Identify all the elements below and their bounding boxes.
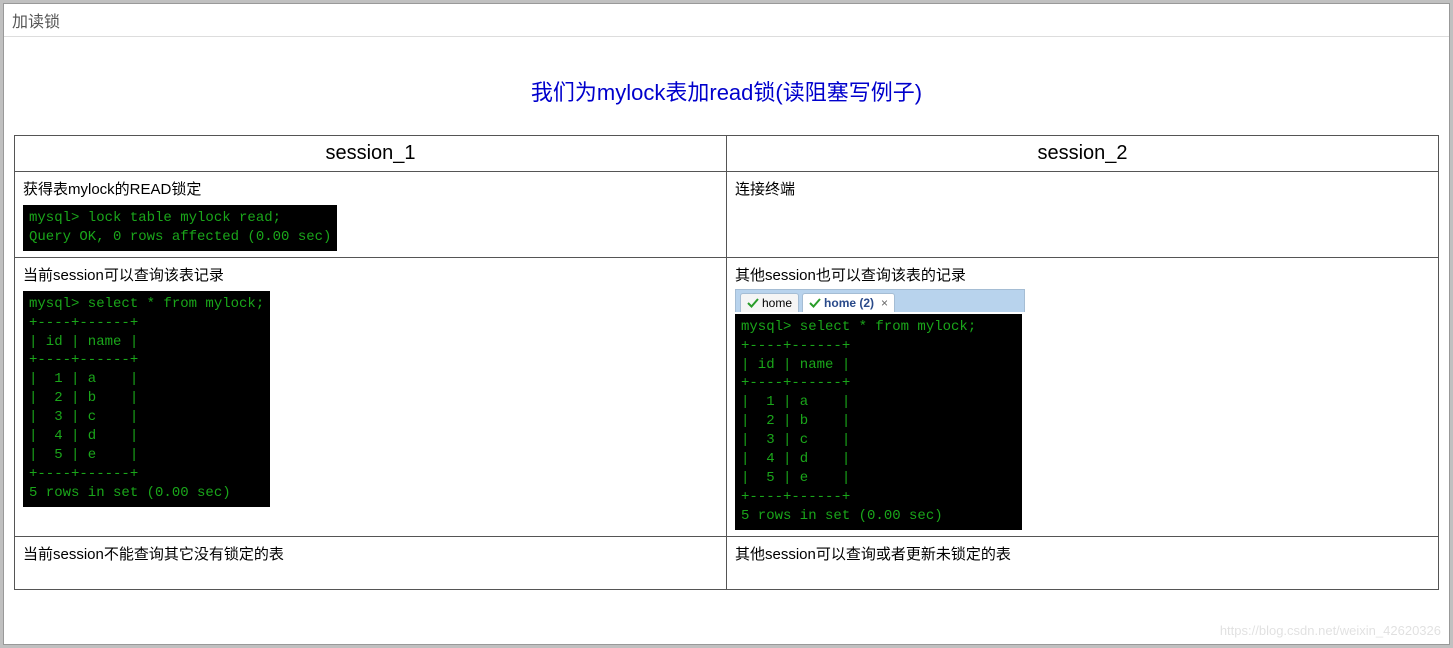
table-row: 当前session不能查询其它没有锁定的表 其他session可以查询或者更新未… <box>15 536 1439 589</box>
check-icon <box>747 297 759 309</box>
table-row: 当前session可以查询该表记录 mysql> select * from m… <box>15 257 1439 536</box>
tab-label: home (2) <box>824 296 874 310</box>
cell-description: 当前session不能查询其它没有锁定的表 <box>23 543 718 564</box>
table-row: 获得表mylock的READ锁定 mysql> lock table myloc… <box>15 172 1439 258</box>
tab-label: home <box>762 296 792 310</box>
close-icon[interactable]: × <box>881 296 888 310</box>
cell-description: 连接终端 <box>735 178 1430 199</box>
cell-description: 其他session也可以查询该表的记录 <box>735 264 1430 285</box>
comparison-table: session_1 session_2 获得表mylock的READ锁定 mys… <box>14 135 1439 590</box>
page-title: 我们为mylock表加read锁(读阻塞写例子) <box>14 75 1439 107</box>
column-header-session2: session_2 <box>727 136 1439 172</box>
watermark: https://blog.csdn.net/weixin_42620326 <box>1220 623 1441 638</box>
section-header: 加读锁 <box>4 4 1449 37</box>
terminal-output: mysql> select * from mylock; +----+-----… <box>23 291 270 507</box>
check-icon <box>809 297 821 309</box>
cell-description: 获得表mylock的READ锁定 <box>23 178 718 199</box>
terminal-output: mysql> lock table mylock read; Query OK,… <box>23 205 337 251</box>
cell-description: 当前session可以查询该表记录 <box>23 264 718 285</box>
tab-home-2[interactable]: home (2) × <box>802 293 895 312</box>
tab-home[interactable]: home <box>740 293 799 312</box>
terminal-output: mysql> select * from mylock; +----+-----… <box>735 314 1022 530</box>
column-header-session1: session_1 <box>15 136 727 172</box>
cell-description: 其他session可以查询或者更新未锁定的表 <box>735 543 1430 564</box>
tab-bar: home home (2) × <box>735 289 1025 312</box>
